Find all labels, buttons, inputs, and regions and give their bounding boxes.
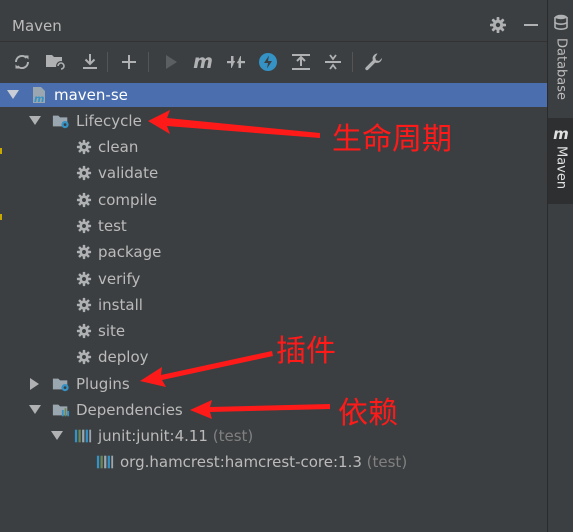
lifecycle-goal-package[interactable]: package bbox=[0, 240, 547, 264]
dependency-scope: (test) bbox=[212, 427, 254, 445]
tree-node-dependencies[interactable]: Dependencies bbox=[0, 398, 547, 422]
gear-icon bbox=[75, 191, 93, 209]
gear-icon bbox=[75, 164, 93, 182]
gear-icon bbox=[75, 322, 93, 340]
goal-label: verify bbox=[98, 269, 141, 288]
gear-icon bbox=[75, 296, 93, 314]
toolbar-separator bbox=[352, 52, 353, 72]
gear-icon bbox=[75, 138, 93, 156]
lifecycle-goal-site[interactable]: site bbox=[0, 319, 547, 343]
lifecycle-goal-compile[interactable]: compile bbox=[0, 188, 547, 212]
plus-icon[interactable] bbox=[117, 50, 141, 74]
expanded-arrow-icon[interactable] bbox=[50, 429, 64, 443]
minimize-icon[interactable] bbox=[520, 14, 542, 36]
skip-tests-icon[interactable] bbox=[256, 50, 280, 74]
settings-wrench-icon[interactable] bbox=[362, 50, 386, 74]
goal-label: package bbox=[98, 243, 162, 262]
collapsed-arrow-icon[interactable] bbox=[28, 377, 42, 391]
expanded-arrow-icon[interactable] bbox=[28, 114, 42, 128]
goal-label: clean bbox=[98, 138, 139, 156]
goal-label: deploy bbox=[98, 348, 149, 367]
project-name: maven-se bbox=[54, 86, 128, 104]
lifecycle-goal-install[interactable]: install bbox=[0, 293, 547, 317]
toolbar-separator bbox=[107, 52, 108, 72]
gear-icon bbox=[75, 348, 93, 366]
library-icon bbox=[74, 427, 92, 445]
tree-node-dependency[interactable]: org.hamcrest:hamcrest-core:1.3 (test) bbox=[0, 450, 547, 474]
maven-toolbar: m bbox=[0, 43, 547, 79]
svg-text:m: m bbox=[34, 94, 44, 104]
download-sources-icon[interactable] bbox=[78, 50, 102, 74]
goal-label: test bbox=[98, 216, 127, 235]
collapse-all-icon[interactable] bbox=[321, 50, 345, 74]
tree-node-plugins[interactable]: Plugins bbox=[0, 372, 547, 396]
lifecycle-goal-clean[interactable]: clean bbox=[0, 135, 547, 159]
maven-project-tree: m maven-se Lifecycle Plugins Dependencie… bbox=[0, 83, 547, 532]
lifecycle-goal-test[interactable]: test bbox=[0, 214, 547, 238]
reload-icon[interactable] bbox=[10, 50, 34, 74]
database-tab[interactable]: Database bbox=[548, 14, 573, 104]
toolbar-separator bbox=[148, 52, 149, 72]
dependency-label: org.hamcrest:hamcrest-core:1.3 (test) bbox=[120, 453, 408, 471]
database-icon bbox=[554, 14, 568, 34]
expanded-arrow-icon[interactable] bbox=[28, 403, 42, 417]
maven-m-icon: m bbox=[553, 125, 569, 143]
maven-tool-window: Maven m m maven-se Lifecycle Plugins Dep… bbox=[0, 0, 547, 532]
lifecycle-goal-validate[interactable]: validate bbox=[0, 161, 547, 185]
goal-label: validate bbox=[98, 164, 159, 183]
goal-label: site bbox=[98, 322, 126, 341]
show-dependencies-icon[interactable] bbox=[289, 50, 313, 74]
library-icon bbox=[96, 453, 114, 471]
lifecycle-folder-icon bbox=[52, 112, 70, 130]
tree-node-lifecycle[interactable]: Lifecycle bbox=[0, 109, 547, 133]
tree-node-dependency[interactable]: junit:junit:4.11 (test) bbox=[0, 424, 547, 448]
toggle-offline-icon[interactable] bbox=[224, 50, 248, 74]
maven-tab-label: Maven bbox=[553, 146, 569, 190]
plugins-folder-icon bbox=[52, 375, 70, 393]
gear-icon bbox=[75, 217, 93, 235]
expanded-arrow-icon[interactable] bbox=[6, 88, 20, 102]
window-title: Maven bbox=[12, 17, 62, 35]
lifecycle-goal-deploy[interactable]: deploy bbox=[0, 345, 547, 369]
maven-tab[interactable]: m Maven bbox=[548, 118, 573, 204]
title-bar: Maven bbox=[0, 0, 547, 42]
right-tool-strip: Database m Maven bbox=[547, 0, 573, 532]
lifecycle-goal-verify[interactable]: verify bbox=[0, 267, 547, 291]
database-tab-label: Database bbox=[553, 38, 569, 101]
dependency-label: junit:junit:4.11 (test) bbox=[98, 427, 254, 445]
lifecycle-label: Lifecycle bbox=[76, 112, 142, 130]
execute-goal-icon[interactable]: m bbox=[191, 50, 215, 74]
tree-node-project[interactable]: m maven-se bbox=[0, 83, 547, 107]
plugins-label: Plugins bbox=[76, 375, 130, 393]
add-maven-project-icon[interactable] bbox=[44, 50, 68, 74]
gear-icon[interactable] bbox=[487, 14, 509, 36]
maven-module-icon: m bbox=[30, 86, 48, 104]
gear-icon bbox=[75, 270, 93, 288]
run-icon[interactable] bbox=[159, 50, 183, 74]
dependencies-folder-icon bbox=[52, 401, 70, 419]
gear-icon bbox=[75, 243, 93, 261]
goal-label: compile bbox=[98, 190, 158, 209]
dependency-scope: (test) bbox=[366, 453, 408, 471]
dependencies-label: Dependencies bbox=[76, 401, 183, 419]
goal-label: install bbox=[98, 295, 143, 314]
